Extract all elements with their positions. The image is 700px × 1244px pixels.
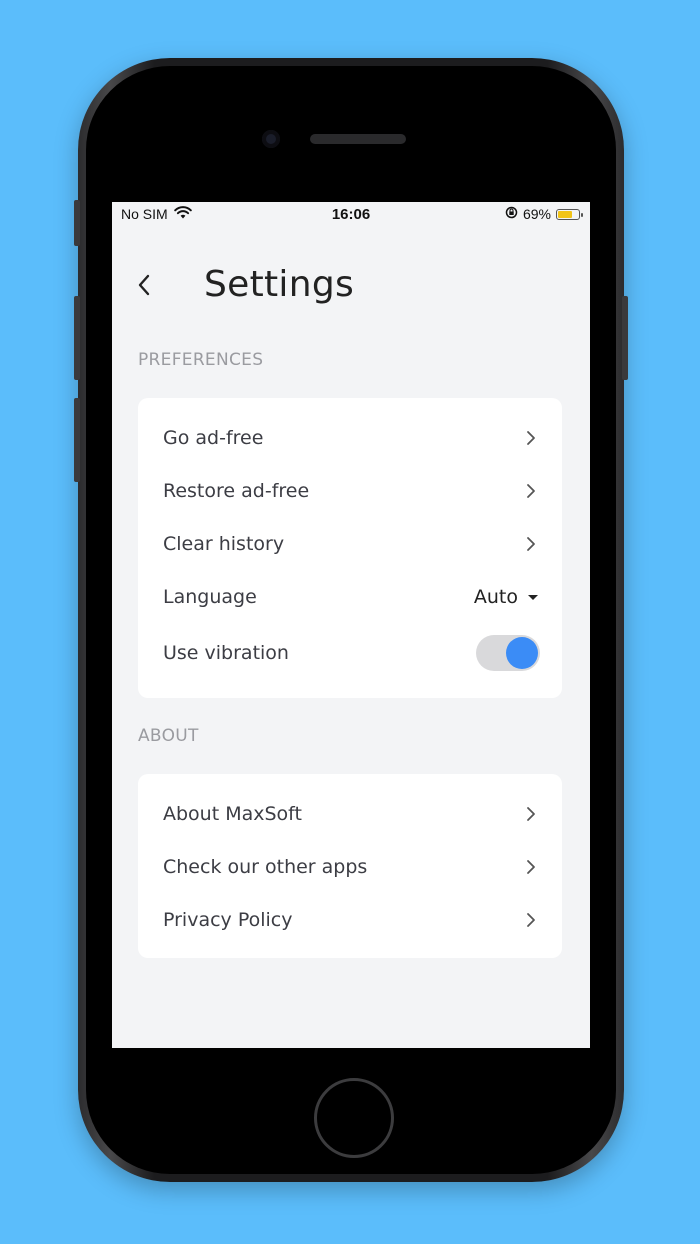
row-restore-ad-free[interactable]: Restore ad-free bbox=[138, 465, 562, 517]
row-about-maxsoft[interactable]: About MaxSoft bbox=[138, 788, 562, 840]
chevron-right-icon bbox=[526, 805, 538, 823]
toggle-knob bbox=[506, 637, 538, 669]
nav-header: Settings bbox=[112, 258, 590, 318]
section-label-preferences: PREFERENCES bbox=[138, 350, 264, 370]
chevron-right-icon bbox=[526, 429, 538, 447]
row-privacy-policy[interactable]: Privacy Policy bbox=[138, 894, 562, 946]
row-language[interactable]: Language Auto bbox=[138, 571, 562, 623]
volume-down-button bbox=[74, 398, 80, 482]
chevron-right-icon bbox=[526, 482, 538, 500]
chevron-right-icon bbox=[526, 535, 538, 553]
about-card: About MaxSoft Check our other apps Priva… bbox=[138, 774, 562, 958]
status-right: 69% bbox=[505, 206, 583, 222]
language-select[interactable]: Auto bbox=[474, 586, 538, 608]
earpiece-speaker bbox=[310, 134, 406, 144]
caret-down-icon bbox=[528, 594, 538, 600]
row-label: Restore ad-free bbox=[163, 480, 310, 502]
battery-icon bbox=[556, 208, 583, 220]
battery-tip bbox=[581, 212, 583, 217]
status-bar: No SIM 16:06 69% bbox=[112, 202, 590, 228]
front-camera bbox=[262, 130, 280, 148]
app-store-frame: No SIM 16:06 69% Settings PREFERENCES Go… bbox=[0, 0, 700, 1244]
row-other-apps[interactable]: Check our other apps bbox=[138, 841, 562, 893]
chevron-left-icon bbox=[138, 274, 150, 296]
row-label: Language bbox=[163, 586, 257, 608]
row-label: About MaxSoft bbox=[163, 803, 302, 825]
row-go-ad-free[interactable]: Go ad-free bbox=[138, 412, 562, 464]
preferences-card: Go ad-free Restore ad-free Clear history… bbox=[138, 398, 562, 698]
chevron-right-icon bbox=[526, 858, 538, 876]
row-clear-history[interactable]: Clear history bbox=[138, 518, 562, 570]
settings-screen: No SIM 16:06 69% Settings PREFERENCES Go… bbox=[112, 202, 590, 1048]
mute-switch bbox=[74, 200, 80, 246]
chevron-right-icon bbox=[526, 911, 538, 929]
back-button[interactable] bbox=[132, 268, 156, 302]
vibration-toggle[interactable] bbox=[476, 635, 540, 671]
orientation-lock-icon bbox=[505, 206, 518, 222]
row-use-vibration: Use vibration bbox=[138, 624, 562, 682]
row-label: Go ad-free bbox=[163, 427, 264, 449]
row-label: Clear history bbox=[163, 533, 285, 555]
row-label: Privacy Policy bbox=[163, 909, 293, 931]
row-label: Use vibration bbox=[163, 642, 289, 664]
power-button bbox=[622, 296, 628, 380]
language-value: Auto bbox=[473, 586, 518, 608]
home-button[interactable] bbox=[314, 1078, 394, 1158]
section-label-about: ABOUT bbox=[138, 726, 199, 746]
page-title: Settings bbox=[204, 264, 355, 305]
battery-fill bbox=[558, 210, 572, 218]
battery-percent: 69% bbox=[522, 206, 551, 222]
volume-up-button bbox=[74, 296, 80, 380]
row-label: Check our other apps bbox=[163, 856, 368, 878]
